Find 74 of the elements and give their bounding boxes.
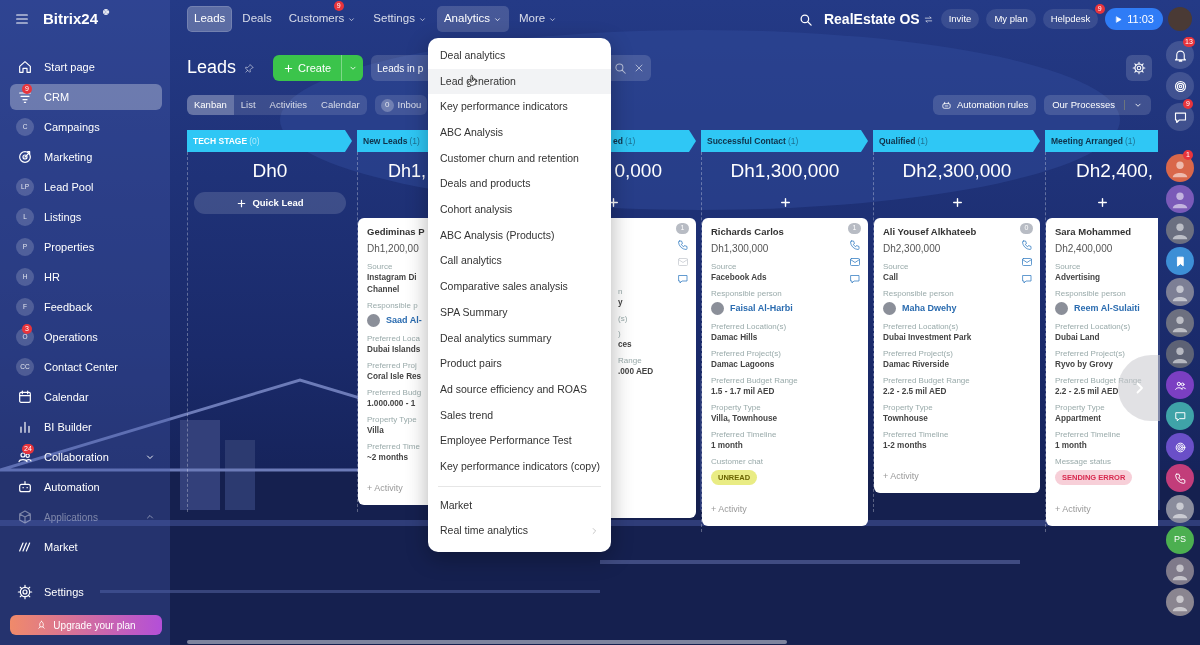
field-value: 1.5 - 1.7 mil AED <box>711 386 775 398</box>
field-label: Source <box>1055 261 1081 272</box>
field-label: n <box>618 286 623 297</box>
field-value: Townhouse <box>883 413 928 425</box>
field-value: Damac Riverside <box>883 359 949 371</box>
field-label: Property Type <box>1055 402 1105 413</box>
field-label: Customer chat <box>711 456 764 467</box>
field-value: y <box>618 297 623 309</box>
field-value: Dubai Islands <box>367 344 421 356</box>
lead-amount: Dh1,300,000 <box>711 242 769 256</box>
stage-total: Dh1, <box>388 160 427 183</box>
field-label: Preferred Location(s) <box>1055 321 1131 332</box>
field-value: 1.000.000 - 1 <box>367 398 416 410</box>
field-value: Villa <box>367 425 384 437</box>
field-label: Preferred Timeline <box>711 429 777 440</box>
field-value: Facebook Ads <box>711 272 767 284</box>
stage-total: Dh0 <box>252 159 288 183</box>
lead-amount: Dh2,300,000 <box>883 242 941 256</box>
field-value: Ryvo by Grovy <box>1055 359 1113 371</box>
field-value: Dubai Land <box>1055 332 1100 344</box>
field-label: Property Type <box>711 402 761 413</box>
field-label: Responsible person <box>711 288 782 299</box>
field-label: Preferred Time <box>367 441 420 452</box>
field-value: 1 month <box>1055 440 1087 452</box>
field-value: ~2 months <box>367 452 409 464</box>
field-label: Preferred Budget Range <box>883 375 970 386</box>
field-value: Damac Hills <box>711 332 758 344</box>
page-title: Leads <box>187 57 237 79</box>
field-value: Villa, Townhouse <box>711 413 778 425</box>
field-value: ces <box>618 339 632 351</box>
count-badge: 0 <box>380 98 394 112</box>
field-label: Source <box>883 261 909 272</box>
field-label: Responsible person <box>883 288 954 299</box>
field-value: 2.2 - 2.5 mil AED <box>1055 386 1119 398</box>
stage-total: Dh2,300,000 <box>902 159 1012 183</box>
field-label: Preferred Location(s) <box>711 321 787 332</box>
field-label: Preferred Budget Range <box>1055 375 1142 386</box>
stage-total: 0,000 <box>614 159 662 183</box>
field-label: Preferred Timeline <box>883 429 949 440</box>
field-value: Appartment <box>1055 413 1101 425</box>
field-label: ) <box>618 328 621 339</box>
field-label: Responsible p <box>367 300 418 311</box>
stage-total: Dh1,300,000 <box>730 159 840 183</box>
field-value: .000 AED <box>618 366 654 378</box>
field-value: Instagram Di <box>367 272 417 284</box>
field-label: Preferred Project(s) <box>1055 348 1125 359</box>
field-label: Property Type <box>883 402 933 413</box>
lead-amount: Dh1,200,00 <box>367 242 419 256</box>
field-label: Preferred Location(s) <box>883 321 959 332</box>
field-value: Damac Lagoons <box>711 359 775 371</box>
field-value: 2.2 - 2.5 mil AED <box>883 386 947 398</box>
field-value: Dubai Investment Park <box>883 332 972 344</box>
field-label: Preferred Project(s) <box>883 348 953 359</box>
field-label: Property Type <box>367 414 417 425</box>
field-label: Preferred Budget Range <box>711 375 798 386</box>
field-value: Coral Isle Res <box>367 371 422 383</box>
field-label: Range <box>618 355 642 366</box>
field-label: Source <box>711 261 737 272</box>
field-label: Preferred Proj <box>367 360 417 371</box>
field-label: (s) <box>618 313 628 324</box>
field-label: Preferred Timeline <box>1055 429 1121 440</box>
field-value: Advertising <box>1055 272 1101 284</box>
field-label: Preferred Loca <box>367 333 420 344</box>
field-label: Preferred Budg <box>367 387 422 398</box>
field-value: 1 month <box>711 440 743 452</box>
stage-total: Dh2,400, <box>1076 159 1154 183</box>
field-label: Responsible person <box>1055 288 1126 299</box>
field-value: Call <box>883 272 899 284</box>
field-value: Channel <box>367 284 400 296</box>
field-value: 1-2 months <box>883 440 927 452</box>
field-label: Message status <box>1055 456 1112 467</box>
lead-amount: Dh2,400,000 <box>1055 242 1113 256</box>
field-label: Source <box>367 261 393 272</box>
field-label: Preferred Project(s) <box>711 348 781 359</box>
